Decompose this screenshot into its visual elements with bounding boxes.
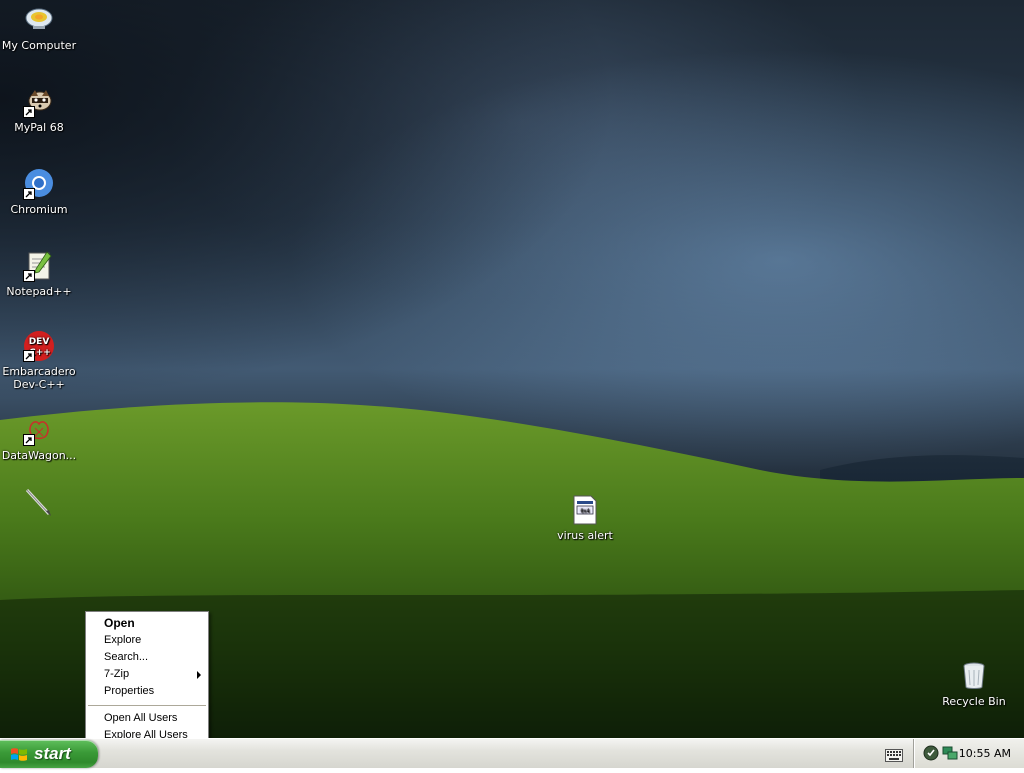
- start-button[interactable]: start: [0, 740, 98, 768]
- menu-item-label: Search...: [104, 651, 149, 663]
- desktop-icon-label: MyPal 68: [14, 121, 64, 134]
- desktop-icon-label: Embarcadero Dev-C++: [2, 365, 76, 391]
- desktop-icon-label: Chromium: [10, 203, 68, 216]
- desktop-icon-chromium[interactable]: Chromium: [0, 168, 78, 216]
- menu-item-label: Explore All Users: [104, 729, 188, 738]
- menu-item-label: Open: [104, 616, 135, 630]
- desktop-icon-notepad-plus-plus[interactable]: Notepad++: [0, 250, 78, 298]
- desktop-icon-label: virus alert: [557, 529, 613, 542]
- security-shield-icon[interactable]: [923, 745, 939, 765]
- desktop-icon-label: DataWagon...: [1, 449, 77, 462]
- svg-text:DEV: DEV: [29, 337, 50, 347]
- menu-item-label: Open All Users: [104, 712, 178, 724]
- desktop-icon-recycle-bin[interactable]: Recycle Bin: [935, 660, 1013, 708]
- menu-item-label: 7-Zip: [104, 668, 130, 680]
- desktop-icon-my-computer[interactable]: My Computer: [0, 4, 78, 52]
- shortcut-arrow-icon: [23, 350, 35, 362]
- desktop-icon-pen-tool[interactable]: [0, 486, 78, 521]
- desktop-icon-mypal[interactable]: MyPal 68: [0, 86, 78, 134]
- text-document-icon: 0x4: [569, 494, 601, 526]
- menu-item-open-all-users[interactable]: Open All Users: [86, 710, 208, 727]
- start-label: start: [34, 744, 71, 763]
- taskbar: start 10:55 AM: [0, 738, 1024, 768]
- menu-item-label: Explore: [104, 634, 142, 646]
- desktop-icon-dev-cpp[interactable]: DEV C++ Embarcadero Dev-C++: [0, 330, 78, 391]
- chromium-icon: [23, 168, 55, 200]
- submenu-arrow-icon: [197, 671, 201, 679]
- menu-item-search[interactable]: Search...: [86, 649, 208, 666]
- system-tray: 10:55 AM: [913, 739, 1024, 768]
- menu-item-label: Properties: [104, 685, 155, 697]
- pen-tool-icon: [23, 486, 55, 518]
- menu-item-open[interactable]: Open: [86, 615, 208, 632]
- clock[interactable]: 10:55 AM: [959, 739, 1011, 768]
- desktop-icon-virus-alert[interactable]: 0x4 virus alert: [546, 494, 624, 542]
- mypal-browser-icon: [23, 86, 55, 118]
- menu-item-7zip[interactable]: 7-Zip: [86, 666, 208, 683]
- shortcut-arrow-icon: [23, 270, 35, 282]
- svg-text:0x4: 0x4: [580, 509, 589, 515]
- menu-item-explore-all-users[interactable]: Explore All Users: [86, 727, 208, 738]
- desktop-icon-datawagon[interactable]: DataWagon...: [0, 414, 78, 462]
- menu-item-properties[interactable]: Properties: [86, 683, 208, 700]
- network-icon[interactable]: [942, 745, 958, 765]
- menu-separator: [88, 705, 206, 706]
- shortcut-arrow-icon: [23, 188, 35, 200]
- windows-logo-icon: [10, 745, 28, 773]
- desktop[interactable]: My Computer MyPal 68 Chromium Notepad++ …: [0, 0, 1024, 738]
- shortcut-arrow-icon: [23, 434, 35, 446]
- desktop-icon-label: Recycle Bin: [942, 695, 1006, 708]
- keyboard-icon[interactable]: [885, 747, 903, 766]
- dev-cpp-icon: DEV C++: [23, 330, 55, 362]
- my-computer-icon: [23, 4, 55, 36]
- desktop-icon-label: My Computer: [1, 39, 77, 52]
- context-menu: Open Explore Search... 7-Zip Properties …: [85, 611, 209, 738]
- datawagon-icon: [23, 414, 55, 446]
- menu-item-explore[interactable]: Explore: [86, 632, 208, 649]
- recycle-bin-icon: [958, 660, 990, 692]
- notepad-plus-plus-icon: [23, 250, 55, 282]
- desktop-icon-label: Notepad++: [6, 285, 72, 298]
- shortcut-arrow-icon: [23, 106, 35, 118]
